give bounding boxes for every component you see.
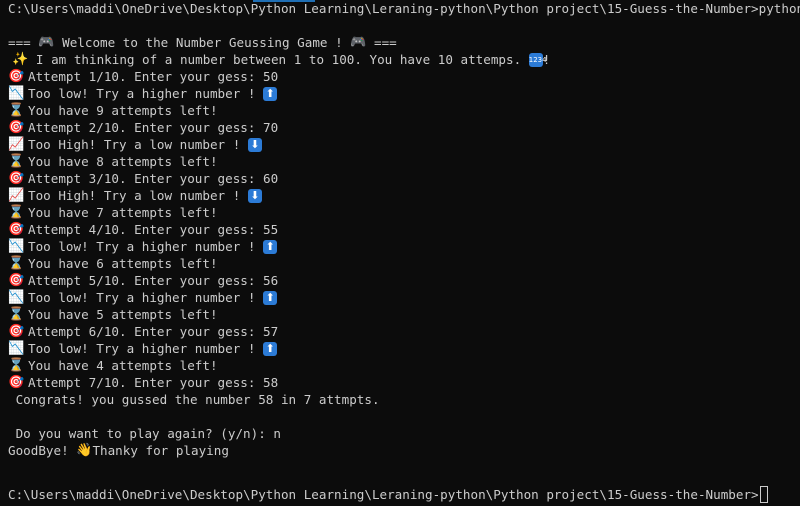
attempts-left-line: ⌛ You have 8 attempts left! — [8, 153, 800, 170]
attempt-prompt-line: 🎯 Attempt 1/10. Enter your gess: 50 — [8, 68, 800, 85]
feedback-text: Too High! Try a low number ! — [28, 188, 248, 203]
up-arrow-icon: ⬆ — [263, 341, 278, 356]
attempts-left-text: You have 4 attempts left! — [28, 358, 218, 373]
attempts-left-text: You have 8 attempts left! — [28, 154, 218, 169]
up-arrow-icon: ⬆ — [263, 86, 278, 101]
chart-decreasing-icon: 📉 — [8, 239, 25, 254]
goodbye-text: GoodBye! — [8, 443, 77, 458]
chart-increasing-icon: 📈 — [8, 188, 25, 203]
congrats-line: Congrats! you gussed the number 58 in 7 … — [8, 392, 380, 407]
tab-accent-bar — [253, 0, 315, 2]
attempt-prompt-text: Attempt 6/10. Enter your gess: 57 — [28, 324, 279, 339]
attempt-prompt-text: Attempt 4/10. Enter your gess: 55 — [28, 222, 279, 237]
attempts-left-line: ⌛ You have 6 attempts left! — [8, 255, 800, 272]
attempts-left-text: You have 5 attempts left! — [28, 307, 218, 322]
hourglass-icon: ⌛ — [8, 358, 25, 373]
goodbye-message: Thanky for playing — [92, 443, 229, 458]
down-arrow-icon: ⬇ — [247, 188, 262, 203]
feedback-line: 📉 Too low! Try a higher number ! ⬆ — [8, 85, 800, 102]
welcome-right: === — [366, 35, 397, 50]
feedback-text: Too low! Try a higher number ! — [28, 341, 264, 356]
attempts-left-line: ⌛ You have 9 attempts left! — [8, 102, 800, 119]
intro-end: ! — [542, 52, 551, 67]
chart-increasing-icon: 📈 — [8, 137, 25, 152]
attempt-prompt-line: 🎯 Attempt 6/10. Enter your gess: 57 — [8, 323, 800, 340]
direct-hit-icon: 🎯 — [8, 324, 25, 339]
feedback-line: 📈 Too High! Try a low number ! ⬇ — [8, 187, 800, 204]
play-again-line: Do you want to play again? (y/n): n — [8, 426, 281, 441]
direct-hit-icon: 🎯 — [8, 222, 25, 237]
attempts-left-text: You have 9 attempts left! — [28, 103, 218, 118]
feedback-line: 📉 Too low! Try a higher number ! ⬆ — [8, 340, 800, 357]
intro-line: ✨ I am thinking of a number between 1 to… — [8, 51, 800, 68]
attempt-prompt-line: 🎯 Attempt 4/10. Enter your gess: 55 — [8, 221, 800, 238]
attempts-left-line: ⌛ You have 7 attempts left! — [8, 204, 800, 221]
up-arrow-icon: ⬆ — [263, 290, 278, 305]
gamepad-icon: 🎮 — [350, 35, 367, 50]
hourglass-icon: ⌛ — [8, 103, 25, 118]
welcome-banner: === 🎮 Welcome to the Number Geussing Gam… — [8, 34, 800, 51]
attempt-prompt-text: Attempt 3/10. Enter your gess: 60 — [28, 171, 279, 186]
goodbye-line: GoodBye! 👋 Thanky for playing — [8, 442, 800, 459]
attempt-prompt-line: 🎯 Attempt 2/10. Enter your gess: 70 — [8, 119, 800, 136]
direct-hit-icon: 🎯 — [8, 375, 25, 390]
chart-decreasing-icon: 📉 — [8, 341, 25, 356]
direct-hit-icon: 🎯 — [8, 69, 25, 84]
attempt-prompt-line: 🎯 Attempt 5/10. Enter your gess: 56 — [8, 272, 800, 289]
hourglass-icon: ⌛ — [8, 205, 25, 220]
hourglass-icon: ⌛ — [8, 307, 25, 322]
text-cursor[interactable] — [759, 486, 768, 503]
sparkles-icon: ✨ — [8, 52, 29, 67]
welcome-text: Welcome to the Number Geussing Game ! — [54, 35, 351, 50]
attempts-left-line: ⌛ You have 4 attempts left! — [8, 357, 800, 374]
waving-hand-icon: 👋 — [76, 443, 93, 458]
welcome-left: === — [8, 35, 39, 50]
attempt-log: 🎯 Attempt 1/10. Enter your gess: 50 📉 Too l… — [8, 68, 800, 391]
feedback-text: Too low! Try a higher number ! — [28, 239, 264, 254]
prompt-text: C:\Users\maddi\OneDrive\Desktop\Python L… — [8, 487, 759, 502]
attempt-prompt-text: Attempt 2/10. Enter your gess: 70 — [28, 120, 279, 135]
feedback-line: 📈 Too High! Try a low number ! ⬇ — [8, 136, 800, 153]
down-arrow-icon: ⬇ — [247, 137, 262, 152]
direct-hit-icon: 🎯 — [8, 171, 25, 186]
feedback-line: 📉 Too low! Try a higher number ! ⬆ — [8, 238, 800, 255]
up-arrow-icon: ⬆ — [263, 239, 278, 254]
feedback-text: Too low! Try a higher number ! — [28, 86, 264, 101]
feedback-text: Too High! Try a low number ! — [28, 137, 248, 152]
hourglass-icon: ⌛ — [8, 154, 25, 169]
direct-hit-icon: 🎯 — [8, 120, 25, 135]
final-prompt-line[interactable]: C:\Users\maddi\OneDrive\Desktop\Python L… — [8, 486, 800, 503]
gamepad-icon: 🎮 — [38, 35, 55, 50]
hourglass-icon: ⌛ — [8, 256, 25, 271]
attempts-left-text: You have 6 attempts left! — [28, 256, 218, 271]
attempts-left-line: ⌛ You have 5 attempts left! — [8, 306, 800, 323]
intro-text: I am thinking of a number between 1 to 1… — [28, 52, 529, 67]
command-line: C:\Users\maddi\OneDrive\Desktop\Python L… — [8, 1, 800, 16]
attempt-prompt-text: Attempt 5/10. Enter your gess: 56 — [28, 273, 279, 288]
feedback-text: Too low! Try a higher number ! — [28, 290, 264, 305]
terminal-window[interactable]: C:\Users\maddi\OneDrive\Desktop\Python L… — [0, 0, 800, 506]
chart-decreasing-icon: 📉 — [8, 86, 25, 101]
attempt-prompt-line: 🎯 Attempt 3/10. Enter your gess: 60 — [8, 170, 800, 187]
attempt-prompt-text: Attempt 7/10. Enter your gess: 58 — [28, 375, 279, 390]
attempt-prompt-line: 🎯 Attempt 7/10. Enter your gess: 58 — [8, 374, 800, 391]
attempt-prompt-text: Attempt 1/10. Enter your gess: 50 — [28, 69, 279, 84]
input-numbers-icon: 1234 — [528, 52, 547, 67]
direct-hit-icon: 🎯 — [8, 273, 25, 288]
feedback-line: 📉 Too low! Try a higher number ! ⬆ — [8, 289, 800, 306]
attempts-left-text: You have 7 attempts left! — [28, 205, 218, 220]
chart-decreasing-icon: 📉 — [8, 290, 25, 305]
